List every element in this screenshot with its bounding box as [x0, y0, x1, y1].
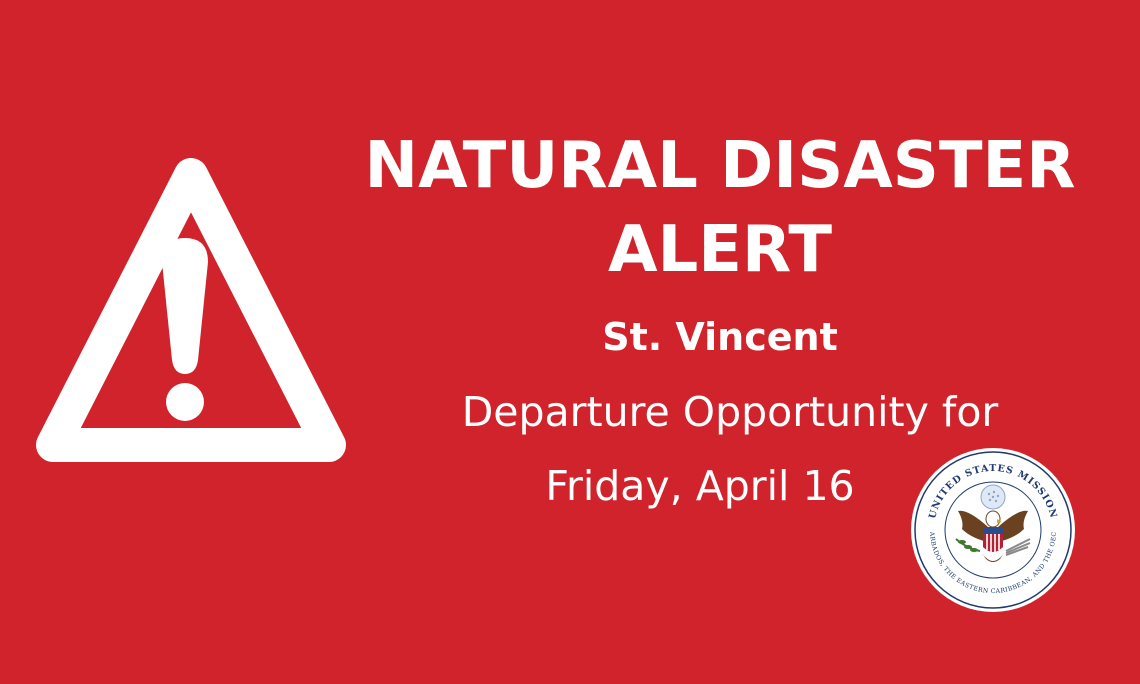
- departure-text-line1: Departure Opportunity for: [461, 388, 999, 436]
- alert-banner: NATURAL DISASTER ALERT St. Vincent Depar…: [0, 0, 1140, 684]
- alert-title-line1: NATURAL DISASTER: [364, 129, 1076, 203]
- us-mission-seal: UNITED STATES MISSION BARBADOS, THE EAST…: [910, 447, 1075, 612]
- alert-title-line2: ALERT: [607, 213, 833, 287]
- alert-location: St. Vincent: [602, 315, 838, 359]
- departure-text-line2: Friday, April 16: [545, 462, 855, 510]
- warning-triangle-icon: [36, 158, 346, 462]
- exclamation-icon: [162, 238, 208, 421]
